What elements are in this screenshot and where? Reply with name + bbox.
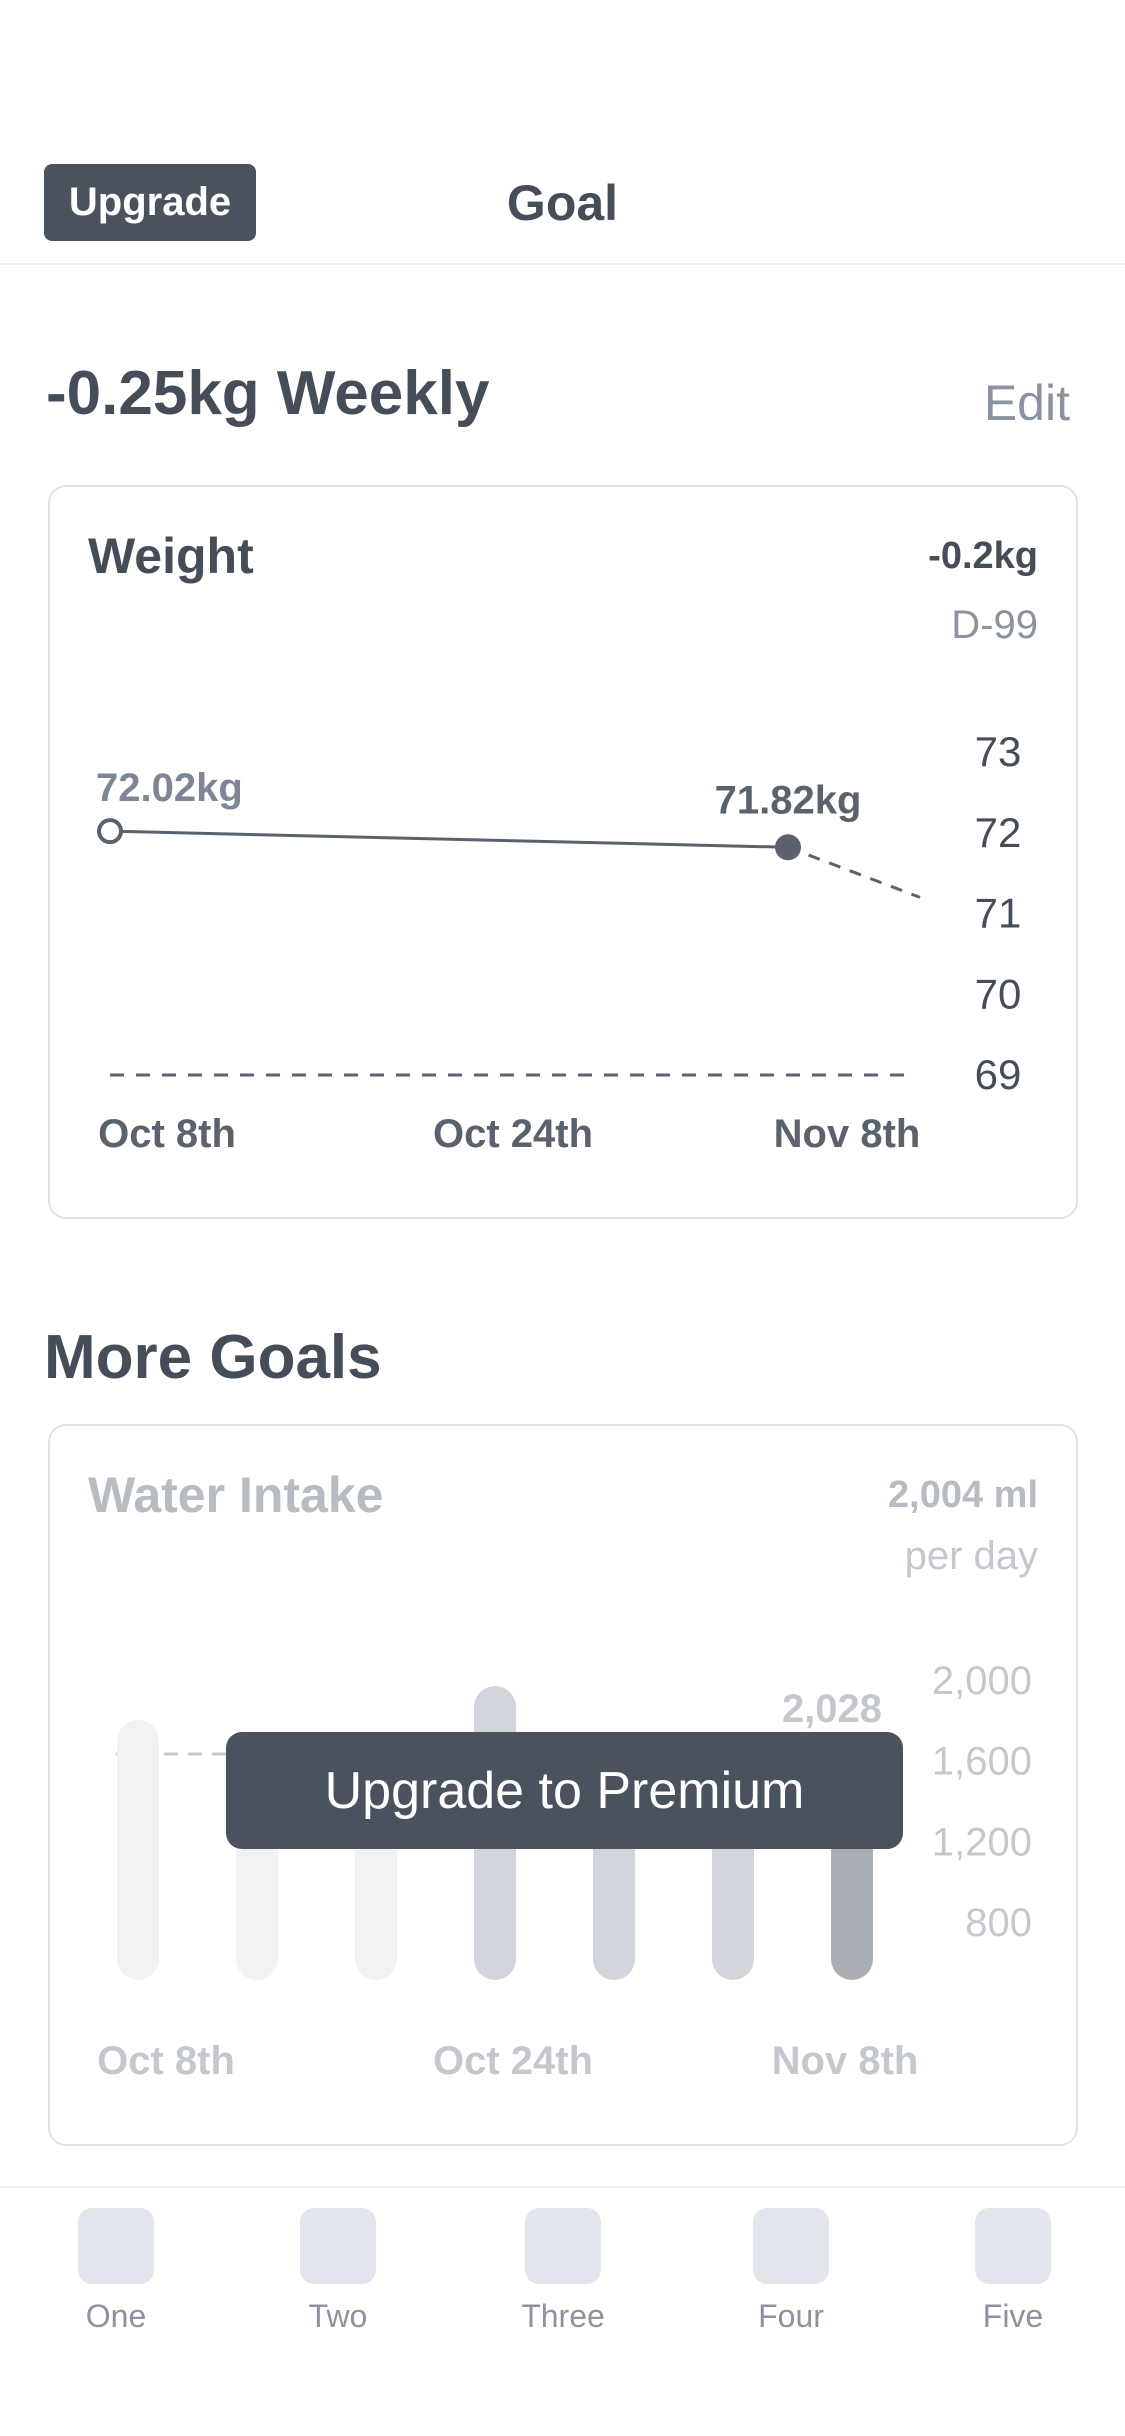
x-tick-label: Oct 8th (98, 1112, 236, 1156)
tab-label: Five (982, 2298, 1044, 2334)
y-tick-label: 69 (975, 1051, 1022, 1098)
tab-four-icon (753, 2208, 829, 2284)
current-weight-label: 71.82kg (715, 778, 862, 822)
start-point (97, 818, 123, 845)
y-tick-label: 1,200 (932, 1820, 1032, 1864)
y-tick-label: 1,600 (932, 1740, 1032, 1784)
peak-value-label: 2,028 (782, 1687, 882, 1731)
tab-five-icon (975, 2208, 1051, 2284)
water-bar (117, 1720, 159, 1980)
tab-two-icon (300, 2208, 376, 2284)
weight-series-line (109, 829, 789, 849)
weight-card[interactable]: Weight -0.2kg D-99 73 72 71 70 69 Oct 8th Oct … (48, 485, 1078, 1219)
current-point (775, 834, 801, 861)
x-tick-label: Oct 24th (433, 2039, 593, 2083)
page-title: Goal (506, 175, 619, 231)
more-goals-heading: More Goals (44, 1323, 382, 1392)
y-tick-label: 72 (975, 809, 1022, 856)
tab-label: Four (758, 2298, 824, 2334)
tab-one-icon (78, 2208, 154, 2284)
tab-label: Two (308, 2298, 368, 2334)
tab-five[interactable]: Five (938, 2208, 1088, 2335)
start-weight-label: 72.02kg (96, 766, 243, 810)
weight-chart: 73 72 71 70 69 Oct 8th Oct 24th Nov 8th 72.02kg 7… (96, 728, 1022, 1156)
x-tick-label: Nov 8th (774, 1112, 921, 1156)
edit-button[interactable]: Edit (984, 374, 1070, 432)
y-tick-label: 73 (975, 728, 1022, 775)
weekly-goal-heading: -0.25kg Weekly (46, 359, 490, 428)
x-tick-label: Oct 24th (433, 1112, 593, 1156)
tab-three[interactable]: Three (488, 2208, 638, 2335)
tab-label: One (85, 2298, 147, 2334)
header: Upgrade Goal (0, 0, 1125, 265)
tab-four[interactable]: Four (716, 2208, 866, 2335)
x-tick-label: Nov 8th (772, 2039, 919, 2083)
tab-label: Three (521, 2298, 605, 2334)
tab-two[interactable]: Two (263, 2208, 413, 2335)
tab-one[interactable]: One (41, 2208, 191, 2335)
y-tick-label: 2,000 (932, 1659, 1032, 1703)
y-tick-label: 800 (965, 1901, 1032, 1945)
y-tick-label: 71 (975, 890, 1022, 937)
tab-bar: One Two Three Four Five (0, 2186, 1125, 2436)
tab-three-icon (525, 2208, 601, 2284)
x-tick-label: Oct 8th (97, 2039, 235, 2083)
upgrade-to-premium-button[interactable]: Upgrade to Premium (226, 1732, 903, 1849)
projection-line (787, 845, 921, 899)
y-tick-label: 70 (975, 970, 1022, 1017)
